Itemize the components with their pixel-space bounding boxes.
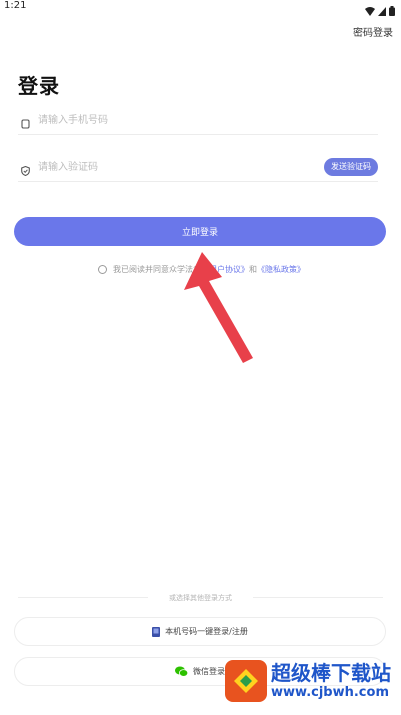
agreement-checkbox[interactable] (98, 265, 107, 274)
device-icon (152, 626, 161, 637)
password-login-link[interactable]: 密码登录 (353, 24, 393, 39)
watermark-title: 超级棒下载站 (271, 661, 391, 685)
phone-icon (21, 114, 30, 133)
login-button[interactable]: 立即登录 (14, 217, 386, 246)
wechat-icon (175, 666, 188, 677)
status-time: 1:21 (4, 0, 27, 11)
watermark-logo-icon (225, 660, 267, 702)
annotation-arrow (184, 252, 253, 363)
watermark-url: www.cjbwh.com (271, 685, 389, 700)
one-key-login-label: 本机号码一键登录/注册 (165, 627, 248, 636)
phone-field (18, 105, 378, 135)
send-code-button[interactable]: 发送验证码 (324, 158, 378, 176)
other-login-divider: 或选择其他登录方式 (169, 594, 232, 602)
wechat-login-label: 微信登录 (193, 667, 225, 676)
signal-icon (378, 1, 386, 20)
code-field: 发送验证码 (18, 152, 378, 182)
watermark: 超级棒下载站 www.cjbwh.com (225, 660, 391, 702)
battery-icon (389, 1, 395, 20)
one-key-login-button[interactable]: 本机号码一键登录/注册 (14, 617, 386, 646)
shield-icon (21, 161, 30, 180)
privacy-policy-link[interactable]: 《隐私政策》 (257, 264, 305, 275)
code-input[interactable] (38, 157, 328, 177)
page-title: 登录 (18, 74, 60, 98)
status-bar: 1:21 (0, 0, 401, 16)
wifi-icon (365, 1, 375, 20)
phone-input[interactable] (38, 110, 328, 130)
status-icons (365, 1, 395, 20)
